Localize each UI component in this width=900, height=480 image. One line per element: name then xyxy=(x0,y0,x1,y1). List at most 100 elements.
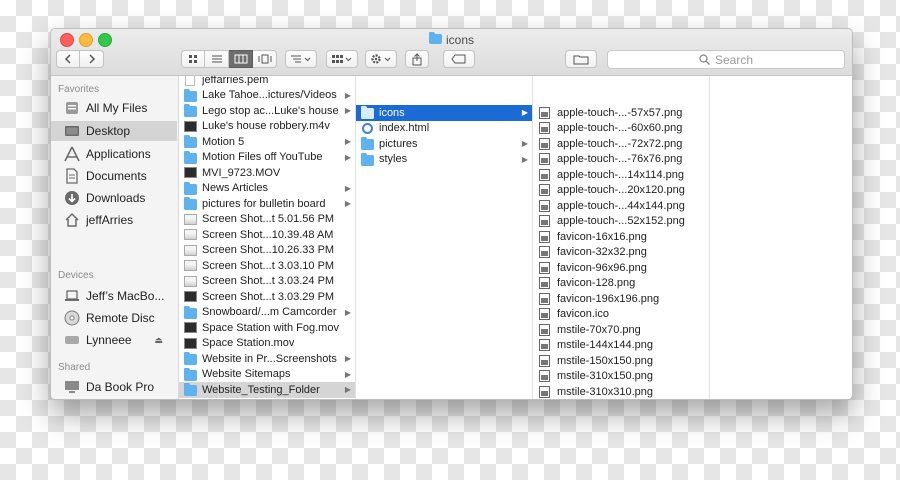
disclosure-arrow-icon: ▶ xyxy=(521,108,528,118)
file-row[interactable]: pictures for bulletin board ▶ xyxy=(179,196,355,212)
disclosure-arrow-icon: ▶ xyxy=(344,307,351,317)
folder-icon xyxy=(184,383,197,397)
file-row[interactable]: mstile-144x144.png xyxy=(533,338,709,354)
file-row[interactable]: MVI_9723.MOV xyxy=(179,165,355,181)
file-row[interactable]: Screen Shot...t 3.03.29 PM xyxy=(179,289,355,305)
new-folder-button[interactable] xyxy=(565,50,597,68)
file-row[interactable]: Motion Files off YouTube ▶ xyxy=(179,150,355,166)
icon-view-button[interactable] xyxy=(181,50,205,68)
file-name: mstile-144x144.png xyxy=(557,339,654,352)
disclosure-arrow-icon: ▶ xyxy=(344,152,351,162)
share-button[interactable] xyxy=(405,50,429,68)
coverflow-view-button[interactable] xyxy=(253,50,277,68)
file-row[interactable]: apple-touch-...52x152.png xyxy=(533,214,709,230)
search-placeholder: Search xyxy=(714,52,754,67)
file-row[interactable]: Screen Shot...t 5.01.56 PM xyxy=(179,212,355,228)
file-row[interactable]: Space Station with Fog.mov xyxy=(179,320,355,336)
icon-view-icon xyxy=(189,55,197,63)
screenshot-icon xyxy=(184,213,197,225)
file-row[interactable]: mstile-310x150.png xyxy=(533,369,709,385)
sidebar: Favorites All My Files Desktop Applicati… xyxy=(51,76,179,399)
file-row[interactable]: apple-touch-...-60x60.png xyxy=(533,121,709,137)
sidebar-item-desktop[interactable]: Desktop xyxy=(51,121,177,141)
sidebar-item-label: Jeff’s MacBo... xyxy=(86,289,165,303)
sidebar-item-applications[interactable]: Applications xyxy=(51,144,177,164)
view-switcher xyxy=(181,50,277,68)
search-icon xyxy=(699,54,710,65)
action-button[interactable] xyxy=(365,50,397,68)
window-title-text: icons xyxy=(445,32,474,47)
file-row[interactable]: Screen Shot...10.26.33 PM xyxy=(179,243,355,259)
sidebar-item-home[interactable]: jeffArries xyxy=(51,210,177,230)
back-button[interactable] xyxy=(56,50,80,68)
file-row[interactable]: icons ▶ xyxy=(356,105,532,121)
forward-button[interactable] xyxy=(80,50,104,68)
group-button[interactable] xyxy=(326,50,358,68)
file-row[interactable]: apple-touch-...20x120.png xyxy=(533,183,709,199)
folder-icon xyxy=(184,305,197,319)
sidebar-item-macbook[interactable]: Jeff’s MacBo... xyxy=(51,286,177,306)
video-thumbnail-icon xyxy=(184,337,197,349)
file-name: favicon-96x96.png xyxy=(557,261,647,274)
file-row[interactable]: pictures ▶ xyxy=(356,136,532,152)
titlebar: icons Search xyxy=(51,29,852,76)
file-row[interactable]: jeffarries.pem xyxy=(179,76,355,88)
file-row[interactable]: mstile-150x150.png xyxy=(533,353,709,369)
file-row[interactable]: Screen Shot...t 3.03.24 PM xyxy=(179,274,355,290)
file-row[interactable]: apple-touch-...-57x57.png xyxy=(533,105,709,121)
disclosure-arrow-icon: ▶ xyxy=(344,183,351,193)
screenshot-icon xyxy=(184,244,197,256)
file-row[interactable]: favicon-32x32.png xyxy=(533,245,709,261)
folder-icon xyxy=(184,181,197,195)
share-icon xyxy=(412,52,422,65)
file-row[interactable]: favicon.ico xyxy=(533,307,709,323)
file-row[interactable]: index.html xyxy=(356,121,532,137)
file-row[interactable]: apple-touch-...-76x76.png xyxy=(533,152,709,168)
file-name: MVI_9723.MOV xyxy=(202,166,281,179)
file-row[interactable]: favicon-196x196.png xyxy=(533,291,709,307)
column-empty xyxy=(710,76,852,399)
tag-button[interactable] xyxy=(443,50,475,68)
file-name: mstile-310x150.png xyxy=(557,370,654,383)
image-file-icon xyxy=(539,230,550,243)
sidebar-item-lynneee[interactable]: Lynneee ⏏ xyxy=(51,330,177,350)
file-row[interactable]: apple-touch-...14x114.png xyxy=(533,167,709,183)
file-row[interactable]: Screen Shot...t 3.03.10 PM xyxy=(179,258,355,274)
file-row[interactable]: Lego stop ac...Luke's house ▶ xyxy=(179,103,355,119)
sidebar-item-da-book-pro[interactable]: Da Book Pro xyxy=(51,377,177,397)
file-row[interactable]: Screen Shot...10.39.48 AM xyxy=(179,227,355,243)
shared-header: Shared xyxy=(58,362,91,373)
sidebar-item-all-my-files[interactable]: All My Files xyxy=(51,98,177,118)
sidebar-item-downloads[interactable]: Downloads xyxy=(51,188,177,208)
column-website-testing-folder: icons ▶ index.html pictures ▶ styles ▶ xyxy=(356,76,533,399)
file-row[interactable]: favicon-128.png xyxy=(533,276,709,292)
file-row[interactable]: Snowboard/...m Camcorder ▶ xyxy=(179,305,355,321)
eject-icon[interactable]: ⏏ xyxy=(154,335,163,346)
file-row[interactable]: apple-touch-...-72x72.png xyxy=(533,136,709,152)
file-row[interactable]: Website in Pr...Screenshots ▶ xyxy=(179,351,355,367)
sidebar-item-documents[interactable]: Documents xyxy=(51,166,177,186)
file-name: icons xyxy=(379,106,405,119)
list-view-button[interactable] xyxy=(205,50,229,68)
file-row[interactable]: Luke's house robbery.m4v xyxy=(179,119,355,135)
coverflow-view-icon xyxy=(258,54,271,64)
file-row[interactable]: styles ▶ xyxy=(356,152,532,168)
column-view-button[interactable] xyxy=(229,50,253,68)
search-field[interactable]: Search xyxy=(607,50,845,69)
file-row[interactable]: apple-touch-...44x144.png xyxy=(533,198,709,214)
file-row[interactable]: Motion 5 ▶ xyxy=(179,134,355,150)
arrange-button[interactable] xyxy=(285,50,317,68)
file-name: mstile-150x150.png xyxy=(557,354,654,367)
file-row[interactable]: favicon-96x96.png xyxy=(533,260,709,276)
file-row[interactable]: mstile-310x310.png xyxy=(533,384,709,399)
file-row[interactable]: Lake Tahoe...ictures/Videos ▶ xyxy=(179,88,355,104)
file-row[interactable]: News Articles ▶ xyxy=(179,181,355,197)
desktop-icon xyxy=(64,123,80,139)
file-row[interactable]: mstile-70x70.png xyxy=(533,322,709,338)
file-row[interactable]: favicon-16x16.png xyxy=(533,229,709,245)
image-file-icon xyxy=(539,137,550,150)
file-row[interactable]: Website_Testing_Folder ▶ xyxy=(179,382,355,398)
file-row[interactable]: Website Sitemaps ▶ xyxy=(179,367,355,383)
sidebar-item-remote-disc[interactable]: Remote Disc xyxy=(51,308,177,328)
file-row[interactable]: Space Station.mov xyxy=(179,336,355,352)
